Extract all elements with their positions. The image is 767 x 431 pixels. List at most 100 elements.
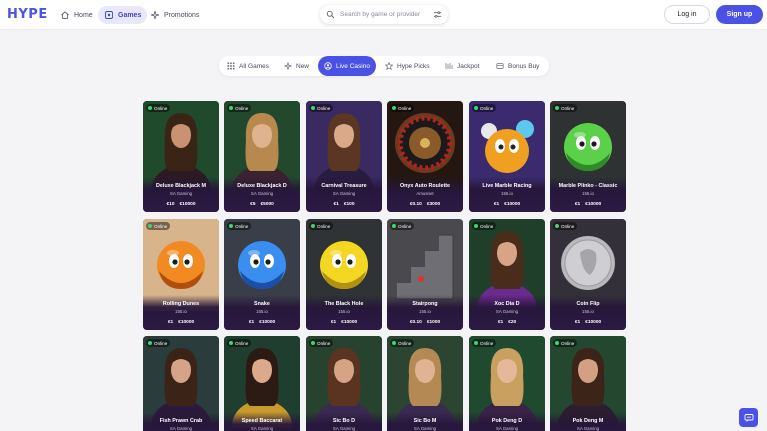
signup-button[interactable]: Sign up [716,5,763,24]
tab-live-casino-label: Live Casino [336,62,370,70]
search-input[interactable] [340,11,428,18]
nav-promotions-label: Promotions [164,11,200,19]
online-dot-icon [392,224,396,228]
online-badge-label: Online [154,223,168,229]
game-title: Fish Prawn Crab [159,418,203,424]
game-card[interactable]: Online Carnival Treasure SA Gaming €1 €100 [306,101,382,212]
online-dot-icon [474,224,478,228]
online-dot-icon [311,224,315,228]
online-badge: Online [309,104,334,112]
bet-limits: €5 €5000 [224,202,300,207]
game-card[interactable]: Online Fish Prawn Crab SA Gaming [143,336,219,431]
min-bet: €1 [493,202,500,207]
nav-games[interactable]: Games [98,6,148,24]
max-bet: €3000 [426,202,441,207]
min-bet: €0.10 [409,320,422,325]
bet-limits: €1 €10000 [469,202,545,207]
nav-home[interactable]: Home [54,6,99,24]
tab-bonus-buy[interactable]: Bonus Buy [490,56,545,76]
online-badge: Online [553,222,578,230]
search-bar [320,5,448,24]
bet-limits: €10 €10000 [143,202,219,207]
online-dot-icon [229,341,233,345]
min-bet: €1 [574,320,581,325]
min-bet: €0.10 [409,202,422,207]
filter-icon[interactable] [433,10,442,19]
max-bet: €1000 [426,320,441,325]
game-provider: SA Gaming [332,426,356,431]
game-card[interactable]: Online Pok Deng D SA Gaming [469,336,545,431]
nav-promotions[interactable]: Promotions [144,6,205,24]
top-bar: HYPE Home Games Promotions Log in Sign u… [0,0,767,30]
game-card[interactable]: Online Speed Baccarat SA Gaming [224,336,300,431]
game-card[interactable]: Online Sic Bo D SA Gaming [306,336,382,431]
game-card[interactable]: Online Deluxe Blackjack D SA Gaming €5 €5000 [224,101,300,212]
online-badge: Online [390,104,415,112]
game-provider: 155.io [338,309,350,314]
online-badge-label: Online [480,223,494,229]
chat-button[interactable] [739,408,758,427]
online-badge: Online [309,222,334,230]
tab-jackpot[interactable]: Jackpot [439,56,485,76]
online-badge-label: Online [398,340,412,346]
max-bet: €10000 [585,320,602,325]
online-badge: Online [472,339,497,347]
game-card[interactable]: Online Pok Deng M SA Gaming [550,336,626,431]
online-badge-label: Online [235,105,249,111]
game-title: Stairpong [412,301,438,307]
tab-all-games[interactable]: All Games [221,56,275,76]
game-title: Onyx Auto Roulette [399,183,451,189]
online-dot-icon [148,224,152,228]
game-card[interactable]: Online Sic Bo M SA Gaming [387,336,463,431]
max-bet: €10000 [259,320,276,325]
bet-limits: €0.10 €1000 [387,320,463,325]
game-card[interactable]: Online Rolling Dunes 155.io €1 €10000 [143,219,219,330]
grid-icon [227,62,235,70]
games-icon [105,11,113,19]
online-badge-label: Online [317,223,331,229]
online-dot-icon [392,341,396,345]
max-bet: €10000 [585,202,602,207]
online-badge-label: Online [154,340,168,346]
max-bet: €10000 [341,320,358,325]
online-dot-icon [311,106,315,110]
tab-live-casino[interactable]: Live Casino [318,56,376,76]
online-badge-label: Online [235,340,249,346]
online-badge: Online [227,339,252,347]
game-card[interactable]: Online Live Marble Racing 155.io €1 €10000 [469,101,545,212]
game-card[interactable]: Online Stairpong 155.io €0.10 €1000 [387,219,463,330]
game-title: The Black Hole [324,301,364,307]
game-card[interactable]: Online Marble Plinko - Classic 155.io €1 €10… [550,101,626,212]
game-title: Sic Bo M [413,418,437,424]
online-badge-label: Online [317,105,331,111]
online-badge: Online [553,339,578,347]
tab-new[interactable]: New [278,56,315,76]
online-badge: Online [309,339,334,347]
live-icon [324,62,332,70]
bet-limits: €0.10 €3000 [387,202,463,207]
game-card[interactable]: Online Xoc Dia D SA Gaming €1 €20 [469,219,545,330]
login-button[interactable]: Log in [664,5,710,24]
max-bet: €10000 [178,320,195,325]
brand-logo[interactable]: HYPE [7,7,48,22]
online-badge-label: Online [561,340,575,346]
game-provider: 155.io [582,309,594,314]
online-dot-icon [229,224,233,228]
game-card[interactable]: Online Snake 155.io €1 €10000 [224,219,300,330]
online-dot-icon [148,341,152,345]
online-badge-label: Online [154,105,168,111]
game-card[interactable]: Online Coin Flip 155.io €1 €10000 [550,219,626,330]
bet-limits: €1 €10000 [143,320,219,325]
online-badge: Online [227,104,252,112]
game-card[interactable]: Online The Black Hole 155.io €1 €10000 [306,219,382,330]
game-title: Carnival Treasure [321,183,367,189]
tab-hype-picks[interactable]: Hype Picks [379,56,436,76]
sparkle-icon [284,62,292,70]
max-bet: €5000 [260,202,274,207]
online-badge: Online [472,104,497,112]
tab-new-label: New [296,62,310,70]
game-card[interactable]: Online Onyx Auto Roulette Amusnet €0.10 €300… [387,101,463,212]
online-dot-icon [229,106,233,110]
jackpot-icon [445,63,453,69]
game-card[interactable]: Online Deluxe Blackjack M SA Gaming €10 €100… [143,101,219,212]
